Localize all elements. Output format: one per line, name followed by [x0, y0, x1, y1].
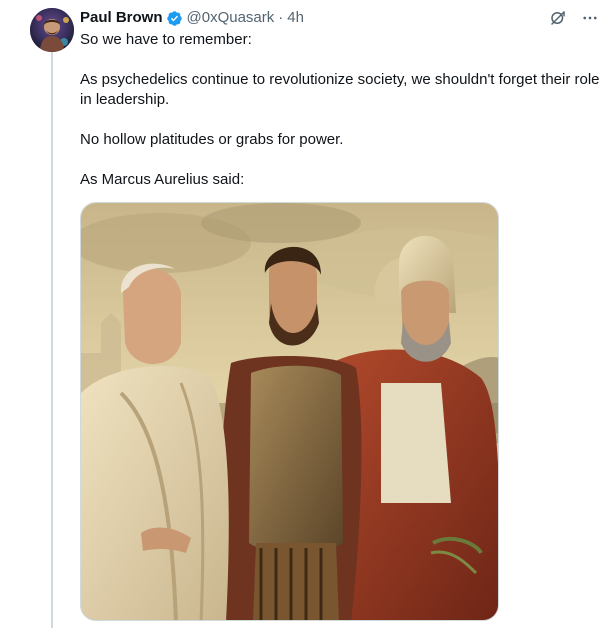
tweet-header: Paul Brown @0xQuasark · 4h — [80, 8, 304, 28]
painting-three-figures — [81, 203, 498, 620]
avatar[interactable] — [30, 8, 74, 52]
grok-icon[interactable] — [548, 8, 568, 28]
tweet-paragraph: No hollow platitudes or grabs for power. — [80, 131, 344, 148]
avatar-image — [30, 8, 74, 52]
timestamp[interactable]: 4h — [287, 8, 304, 28]
tweet-paragraph: As Marcus Aurelius said: — [80, 171, 245, 188]
author-handle[interactable]: @0xQuasark — [187, 8, 275, 28]
tweet-actions-top — [548, 8, 600, 28]
more-options-icon[interactable] — [580, 8, 600, 28]
tweet-paragraph: So we have to remember: — [80, 31, 252, 48]
thread-connector-line — [51, 52, 53, 628]
tweet-paragraph: As psychedelics continue to revolutioniz… — [80, 71, 600, 108]
author-name[interactable]: Paul Brown — [80, 8, 163, 28]
tweet-image[interactable] — [80, 202, 499, 621]
separator-dot: · — [278, 9, 284, 26]
verified-badge-icon[interactable] — [166, 10, 183, 27]
